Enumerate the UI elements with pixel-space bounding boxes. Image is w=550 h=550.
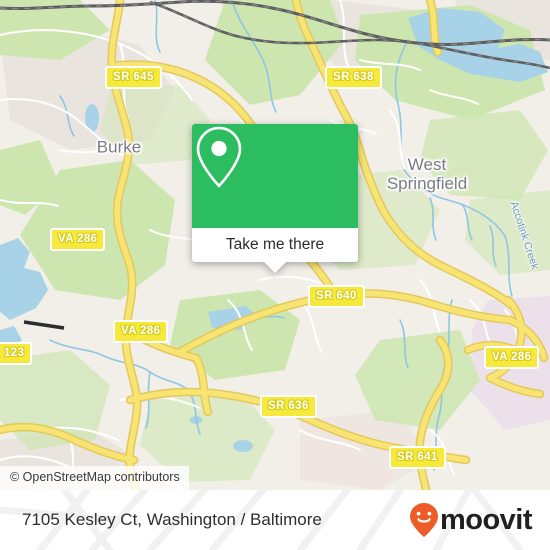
road-shield-va-286-north[interactable]: VA 286 xyxy=(50,228,106,251)
road-shield-123[interactable]: 123 xyxy=(0,342,33,365)
osm-attribution-text: © OpenStreetMap contributors xyxy=(10,470,180,484)
map-canvas[interactable]: Burke West Springfield Accotink Creek SR… xyxy=(0,0,550,490)
popup-tail xyxy=(264,262,286,273)
road-shield-sr-645[interactable]: SR 645 xyxy=(105,66,162,89)
address-label: 7105 Kesley Ct, Washington / Baltimore xyxy=(22,510,322,529)
place-label-line1: West xyxy=(407,155,447,174)
take-me-there-button[interactable]: Take me there xyxy=(192,228,358,262)
place-label-west-springfield: West Springfield xyxy=(387,155,467,193)
road-shield-sr-641[interactable]: SR 641 xyxy=(389,446,446,469)
map-pin-icon xyxy=(196,126,242,188)
footer-bar: 7105 Kesley Ct, Washington / Baltimore m… xyxy=(0,490,550,550)
moovit-pin-icon xyxy=(409,503,438,537)
road-shield-sr-636[interactable]: SR 636 xyxy=(260,395,317,418)
road-shield-sr-640[interactable]: SR 640 xyxy=(308,285,365,308)
road-shield-va-286-east[interactable]: VA 286 xyxy=(484,346,540,369)
popup-header xyxy=(192,124,358,228)
road-shield-sr-638[interactable]: SR 638 xyxy=(325,66,382,89)
moovit-logo[interactable]: moovit xyxy=(409,502,533,538)
moovit-map-screenshot: Burke West Springfield Accotink Creek SR… xyxy=(0,0,550,550)
road-shield-va-286-west[interactable]: VA 286 xyxy=(113,320,169,343)
take-me-there-label: Take me there xyxy=(225,236,325,253)
moovit-wordmark: moovit xyxy=(439,503,533,536)
location-popup-card[interactable]: Take me there xyxy=(192,124,358,273)
osm-attribution[interactable]: © OpenStreetMap contributors xyxy=(0,466,189,490)
place-label-burke: Burke xyxy=(96,137,142,157)
place-label-line2: Springfield xyxy=(386,174,468,193)
